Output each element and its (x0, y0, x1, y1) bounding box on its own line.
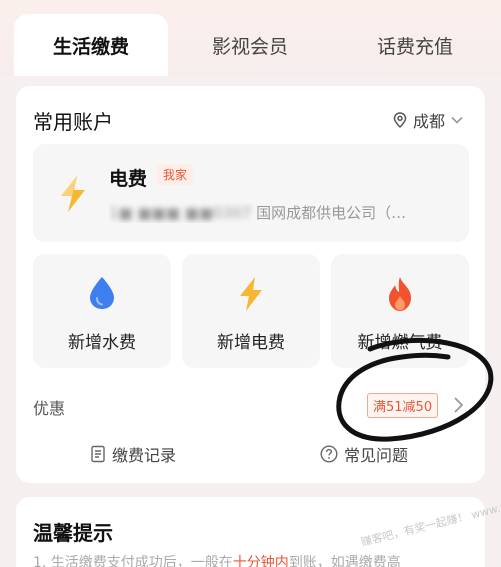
water-drop-icon (90, 277, 114, 309)
promo-tag[interactable]: 满51减50 (367, 393, 439, 418)
tab-bar: 生活缴费 影视会员 话费充值 (0, 0, 501, 76)
add-water-bill-label: 新增水费 (68, 333, 136, 353)
flame-icon (389, 277, 411, 311)
add-electric-bill-button[interactable]: 新增电费 (182, 254, 320, 368)
account-badge: 我家 (157, 164, 194, 185)
tab-life-payment[interactable]: 生活缴费 (14, 14, 168, 76)
promo-label: 优惠 (33, 399, 66, 418)
receipt-icon (91, 445, 105, 463)
bill-company: 国网成都供电公司（… (256, 204, 407, 222)
tips-title: 温馨提示 (33, 521, 113, 545)
tab-phone-recharge[interactable]: 话费充值 (340, 14, 490, 76)
tips-text: 1. 生活缴费支付成功后，一般在十分钟内到账，如遇缴费高 (33, 552, 483, 567)
faq-label: 常见问题 (344, 446, 409, 465)
city-selector[interactable]: 成都 (393, 108, 469, 132)
add-electric-bill-label: 新增电费 (217, 333, 285, 353)
accounts-title: 常用账户 (33, 110, 113, 134)
city-name: 成都 (412, 112, 445, 131)
lightning-icon (240, 277, 262, 311)
electricity-bill-card[interactable]: 电费 我家 1■ ■■■ ■■0307 国网成都供电公司（… (33, 144, 469, 242)
account-number-masked: 1■ ■■■ ■■0307 (109, 204, 252, 222)
chevron-right-icon[interactable] (452, 396, 464, 414)
lightning-icon (61, 176, 85, 212)
add-gas-bill-label: 新增燃气费 (357, 333, 443, 353)
chevron-down-icon (451, 116, 463, 124)
add-gas-bill-button[interactable]: 新增燃气费 (331, 254, 469, 368)
payment-history-link[interactable]: 缴费记录 (90, 442, 176, 466)
tab-video-membership[interactable]: 影视会员 (175, 14, 325, 76)
bill-account-info: 1■ ■■■ ■■0307 国网成都供电公司（… (109, 202, 449, 223)
payment-history-label: 缴费记录 (112, 446, 177, 465)
location-pin-icon (393, 112, 407, 128)
bill-name: 电费 (109, 168, 148, 190)
question-icon (320, 445, 338, 463)
tips-highlight: 十分钟内 (232, 555, 289, 567)
faq-link[interactable]: 常见问题 (320, 442, 408, 466)
add-water-bill-button[interactable]: 新增水费 (33, 254, 171, 368)
